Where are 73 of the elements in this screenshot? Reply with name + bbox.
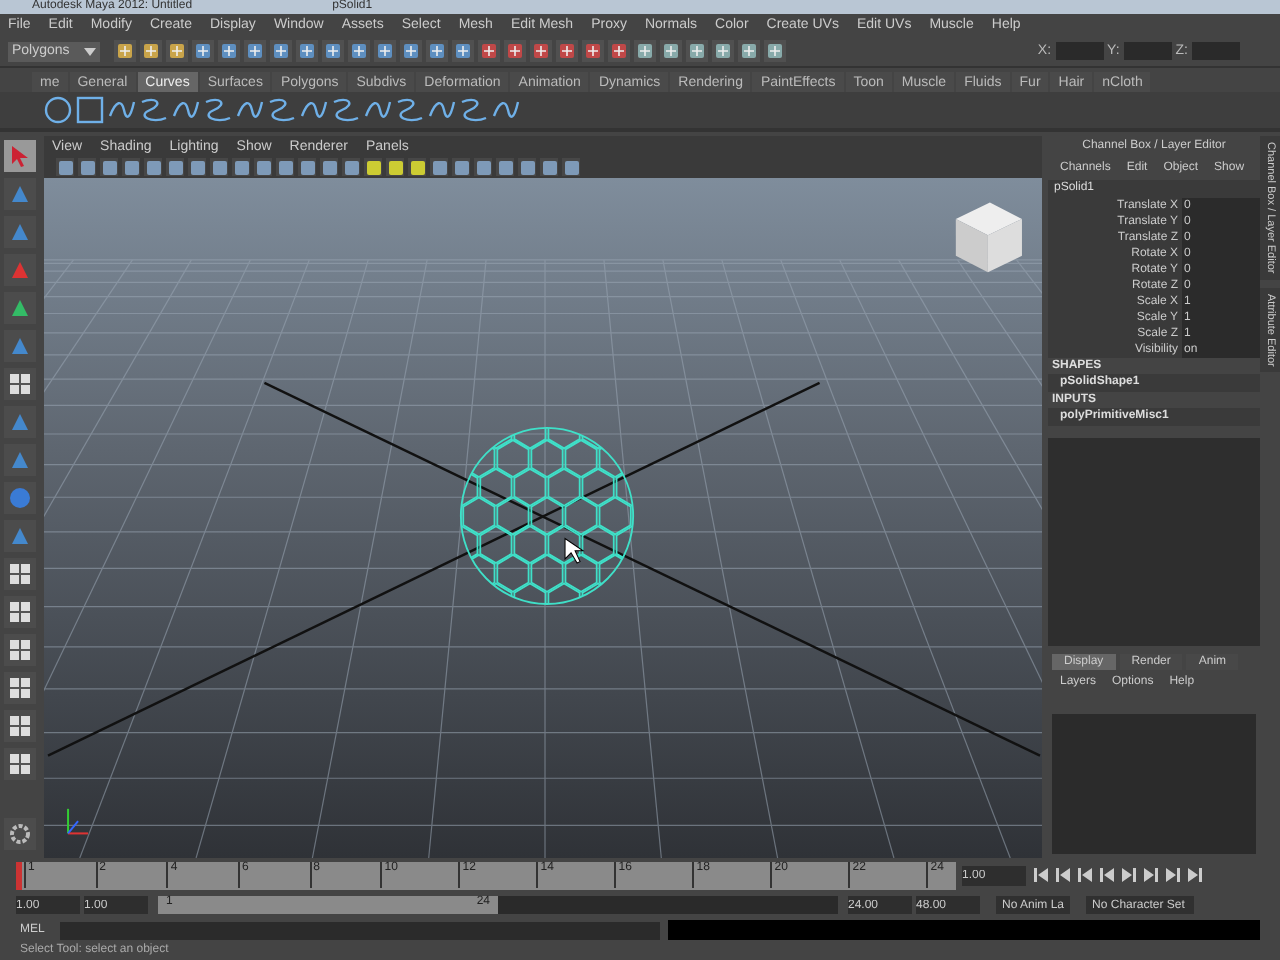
shelf-button[interactable] xyxy=(236,96,264,124)
playback-button[interactable] xyxy=(1142,865,1160,885)
curve-icon xyxy=(204,96,232,124)
rewind-icon xyxy=(1034,868,1048,882)
curve-icon xyxy=(268,96,296,124)
grid-icon xyxy=(8,372,32,396)
coordinate-field[interactable] xyxy=(1055,42,1104,60)
grid-icon xyxy=(8,714,32,738)
tool-button[interactable] xyxy=(4,672,36,704)
arrow-icon xyxy=(8,144,32,168)
play-icon xyxy=(1188,868,1202,882)
play-icon xyxy=(1166,868,1180,882)
tool-button[interactable] xyxy=(4,710,36,742)
grid-icon xyxy=(8,562,32,586)
curve-icon xyxy=(428,96,456,124)
curve-icon xyxy=(364,96,392,124)
curve-icon xyxy=(108,96,136,124)
curve-icon xyxy=(332,96,360,124)
view-cube-icon xyxy=(955,202,1022,273)
playback-button[interactable] xyxy=(1076,865,1094,885)
shelf-button[interactable] xyxy=(204,96,232,124)
tool-button[interactable] xyxy=(4,368,36,400)
mouse-cursor-icon xyxy=(564,537,585,564)
caret-icon xyxy=(84,47,96,55)
square-icon xyxy=(76,96,104,124)
command-field[interactable] xyxy=(60,921,660,939)
playback-button[interactable] xyxy=(1164,865,1182,885)
curve-icon xyxy=(460,96,488,124)
circle-icon xyxy=(44,96,72,124)
coordinate-field[interactable] xyxy=(1192,42,1240,60)
rewind-icon xyxy=(1078,868,1092,882)
shelf-button[interactable] xyxy=(492,96,520,124)
grid-icon xyxy=(8,600,32,624)
grid-icon xyxy=(8,752,32,776)
shelf-button[interactable] xyxy=(428,96,456,124)
curve-icon xyxy=(172,96,200,124)
coordinate-field[interactable] xyxy=(1123,42,1172,60)
gear-icon xyxy=(8,822,32,846)
tool-button[interactable] xyxy=(4,558,36,590)
tool-button[interactable] xyxy=(4,818,36,850)
shelf-button[interactable] xyxy=(140,96,168,124)
playback-button[interactable] xyxy=(1032,865,1050,885)
axis-icon xyxy=(67,808,89,835)
playback-button[interactable] xyxy=(1054,865,1072,885)
playback-button[interactable] xyxy=(1186,865,1204,885)
playback-button[interactable] xyxy=(1098,865,1116,885)
shelf-button[interactable] xyxy=(332,96,360,124)
shelf-button[interactable] xyxy=(108,96,136,124)
grid-icon xyxy=(8,638,32,662)
shelf-button[interactable] xyxy=(268,96,296,124)
curve-icon xyxy=(140,96,168,124)
play-icon xyxy=(1122,868,1136,882)
curve-icon xyxy=(300,96,328,124)
playback-button[interactable] xyxy=(1120,865,1138,885)
curve-icon xyxy=(396,96,424,124)
rewind-icon xyxy=(1056,868,1070,882)
shelf-button[interactable] xyxy=(172,96,200,124)
shelf-button[interactable] xyxy=(364,96,392,124)
shelf-button[interactable] xyxy=(460,96,488,124)
grid-icon xyxy=(8,676,32,700)
shelf-button[interactable] xyxy=(44,96,72,124)
curve-icon xyxy=(492,96,520,124)
tool-button[interactable] xyxy=(4,596,36,628)
shelf-button[interactable] xyxy=(76,96,104,124)
sphere-icon xyxy=(8,486,32,510)
tool-button[interactable] xyxy=(4,748,36,780)
curve-icon xyxy=(236,96,264,124)
shelf-button[interactable] xyxy=(396,96,424,124)
play-icon xyxy=(1144,868,1158,882)
shelf-button[interactable] xyxy=(300,96,328,124)
rewind-icon xyxy=(1100,868,1114,882)
tool-button[interactable] xyxy=(4,292,36,324)
tool-button[interactable] xyxy=(4,634,36,666)
